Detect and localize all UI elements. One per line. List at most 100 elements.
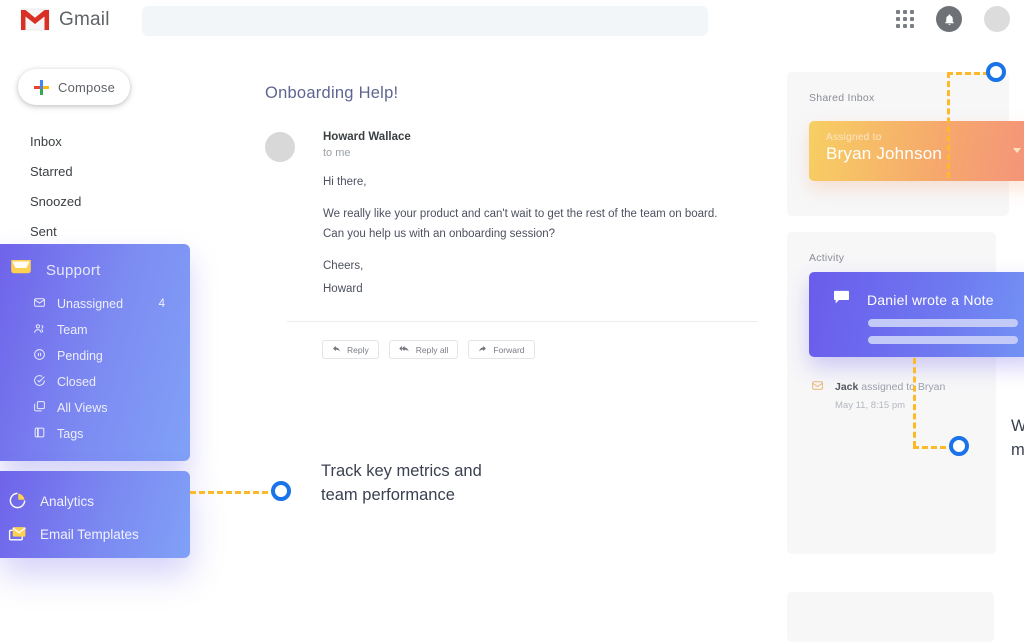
top-bar: Gmail [0, 0, 1024, 52]
sidebar-item-analytics[interactable]: Analytics [0, 485, 190, 518]
app-root: Gmail Compose [0, 0, 1024, 642]
reply-button-label: Reply [347, 345, 369, 355]
shared-inbox-label: Shared Inbox [787, 72, 1009, 104]
sidebar-item-email-templates[interactable]: Email Templates [0, 518, 190, 551]
activity-event-row[interactable]: Jack assigned to Bryan May 11, 8:15 pm [811, 377, 945, 411]
ring-marker [271, 481, 291, 501]
chat-bubble-icon [833, 290, 850, 310]
support-section: Support Unassigned 4 Te [0, 244, 190, 461]
sidebar-item-label: Email Templates [40, 527, 139, 542]
sidebar-item-label: All Views [57, 401, 107, 415]
sidebar-item-unassigned[interactable]: Unassigned 4 [0, 291, 190, 317]
sidebar-item-inbox[interactable]: Inbox [0, 126, 192, 156]
forward-button[interactable]: Forward [468, 340, 534, 359]
ring-marker [986, 62, 1006, 82]
compose-label: Compose [58, 80, 115, 95]
reply-button[interactable]: Reply [322, 340, 379, 359]
callout-line-1: W [1011, 415, 1024, 439]
apps-grid-icon[interactable] [896, 10, 914, 28]
top-bar-icons [896, 6, 1010, 32]
support-title: Support [46, 262, 101, 279]
email-paragraph-1: We really like your product and can't wa… [323, 206, 758, 223]
activity-actor: Jack [835, 381, 858, 393]
inbox-tray-icon [10, 258, 32, 282]
email-paragraph-2: Can you help us with an onboarding sessi… [323, 226, 758, 243]
plus-icon [34, 80, 49, 95]
sidebar-item-snoozed[interactable]: Snoozed [0, 186, 192, 216]
callout-dash-line [190, 491, 268, 494]
gmail-brand-text: Gmail [59, 9, 110, 31]
note-skeleton-line [868, 319, 1018, 327]
gmail-m-logo [20, 8, 50, 31]
assigned-caption: Assigned to [809, 121, 1024, 143]
note-header: Daniel wrote a Note [809, 272, 1024, 310]
reply-all-arrow-icon [399, 344, 410, 355]
sidebar-item-label: Tags [57, 427, 83, 441]
email-subject: Onboarding Help! [265, 84, 740, 103]
sidebar-item-label: Analytics [40, 494, 94, 509]
sidebar-item-label: Pending [57, 349, 103, 363]
tag-panel-icon [33, 426, 46, 442]
activity-action: assigned to Bryan [861, 381, 945, 393]
envelope-icon [811, 379, 824, 411]
note-skeleton-line [868, 336, 1018, 344]
sidebar-item-all-views[interactable]: All Views [0, 395, 190, 421]
pause-circle-icon [33, 348, 46, 364]
search-input[interactable] [142, 6, 708, 36]
callout-dash-line [947, 72, 950, 178]
forward-arrow-icon [478, 344, 487, 355]
email-signoff: Cheers, [323, 258, 758, 275]
email-pane: Onboarding Help! Howard Wallace to me Hi… [265, 84, 740, 359]
sidebar-item-label: Team [57, 323, 88, 337]
unassigned-count-badge: 4 [159, 298, 165, 310]
forward-button-label: Forward [493, 345, 524, 355]
email-divider [287, 321, 758, 322]
recipient-line: to me [323, 147, 758, 159]
layers-icon [33, 400, 46, 416]
reply-arrow-icon [332, 344, 341, 355]
sidebar-item-label: Unassigned [57, 297, 123, 311]
compose-button[interactable]: Compose [18, 69, 130, 105]
assigned-name: Bryan Johnson [809, 143, 1024, 164]
sidebar-item-tags[interactable]: Tags [0, 421, 190, 447]
sidebar-item-label: Snoozed [30, 194, 81, 209]
sidebar-item-starred[interactable]: Starred [0, 156, 192, 186]
gmail-brand[interactable]: Gmail [20, 8, 110, 31]
sidebar-item-label: Closed [57, 375, 96, 389]
callout-dash-line [913, 358, 916, 447]
reply-all-button-label: Reply all [416, 345, 449, 355]
assigned-to-card[interactable]: Assigned to Bryan Johnson [809, 121, 1024, 181]
callout-dash-line [947, 72, 989, 75]
pie-chart-icon [8, 491, 27, 513]
reply-all-button[interactable]: Reply all [389, 340, 459, 359]
sidebar-item-sent[interactable]: Sent [0, 216, 192, 246]
bell-icon[interactable] [936, 6, 962, 32]
sidebar-item-team[interactable]: Team [0, 317, 190, 343]
activity-note-card[interactable]: Daniel wrote a Note [809, 272, 1024, 357]
support-header[interactable]: Support [0, 244, 190, 282]
email-greeting: Hi there, [323, 174, 758, 191]
sidebar-item-closed[interactable]: Closed [0, 369, 190, 395]
placeholder-panel-2 [787, 592, 994, 642]
activity-label: Activity [787, 232, 996, 264]
sender-name: Howard Wallace [323, 131, 758, 143]
sidebar-item-label: Sent [30, 224, 57, 239]
sender-avatar [265, 132, 295, 162]
envelope-icon [8, 524, 27, 546]
placeholder-panel-1 [787, 480, 994, 552]
user-avatar[interactable] [984, 6, 1010, 32]
email-signature: Howard [323, 281, 758, 298]
callout-activity-text: W m [1011, 415, 1024, 485]
callout-analytics-text: Track key metrics and team performance [321, 460, 551, 508]
check-circle-icon [33, 374, 46, 390]
chevron-down-icon[interactable] [1013, 148, 1021, 153]
ring-marker [949, 436, 969, 456]
activity-event-text: Jack assigned to Bryan [835, 381, 945, 393]
sidebar-item-pending[interactable]: Pending [0, 343, 190, 369]
note-title: Daniel wrote a Note [867, 292, 994, 308]
people-icon [33, 322, 46, 338]
activity-timestamp: May 11, 8:15 pm [835, 400, 945, 411]
email-actions: Reply Reply all [322, 340, 758, 359]
callout-line-2: team performance [321, 484, 551, 508]
primary-nav: Inbox Starred Snoozed Sent [0, 126, 192, 246]
